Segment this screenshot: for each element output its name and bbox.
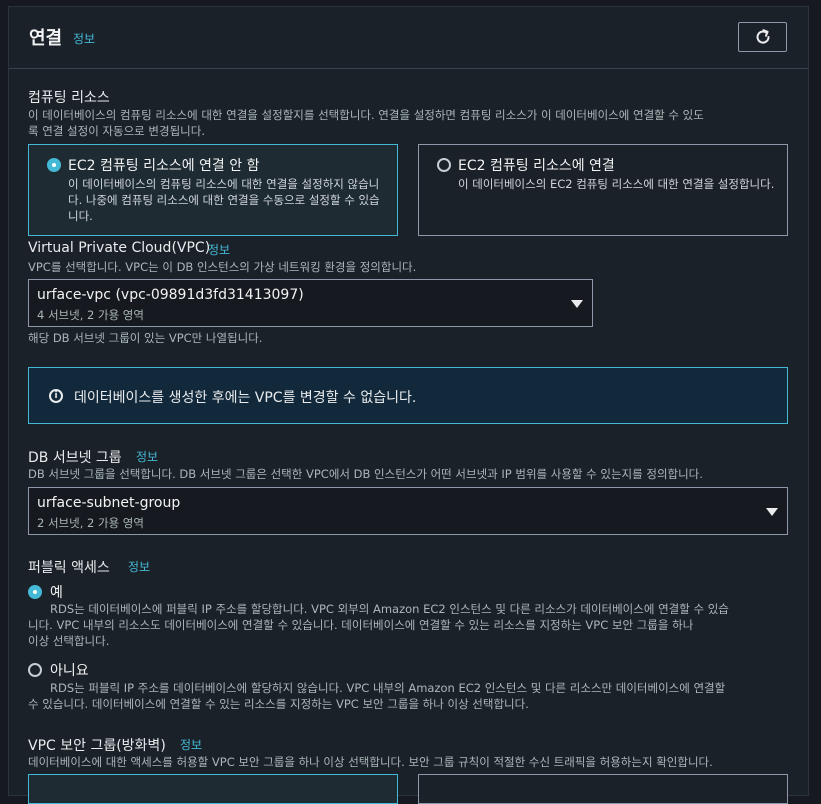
public-access-no-description-2: 수 있습니다. 데이터베이스에 연결할 수 있는 리소스를 지정하는 VPC 보… bbox=[28, 697, 529, 711]
subnet-selected-subtext: 2 서브넷, 2 가용 영역 bbox=[37, 516, 144, 530]
subnet-selected-value: urface-subnet-group bbox=[37, 495, 181, 511]
radio-unselected[interactable] bbox=[437, 158, 451, 172]
compute-label: 컴퓨팅 리소스 bbox=[28, 90, 110, 106]
subnet-group-label: DB 서브넷 그룹 bbox=[28, 450, 122, 466]
public-access-yes-description-1: RDS는 데이터베이스에 퍼블릭 IP 주소를 할당합니다. VPC 외부의 A… bbox=[50, 602, 729, 616]
page-title: 연결 bbox=[29, 28, 63, 49]
vpc-info-link[interactable]: 정보 bbox=[208, 241, 230, 258]
security-group-info-link[interactable]: 정보 bbox=[180, 736, 202, 753]
subnet-info-link[interactable]: 정보 bbox=[136, 448, 158, 465]
option-title: EC2 컴퓨팅 리소스에 연결 안 함 bbox=[68, 158, 260, 174]
public-access-yes-description-3: 이상 선택합니다. bbox=[28, 634, 110, 648]
public-access-no-label[interactable]: 아니요 bbox=[50, 660, 89, 680]
vpc-hint: 해당 DB 서브넷 그룹이 있는 VPC만 나열됩니다. bbox=[28, 331, 263, 345]
vpc-info-alert: i 데이터베이스를 생성한 후에는 VPC를 변경할 수 없습니다. bbox=[28, 367, 788, 424]
subnet-group-description: DB 서브넷 그룹을 선택합니다. DB 서브넷 그룹은 선택한 VPC에서 D… bbox=[28, 467, 703, 481]
vpc-selected-subtext: 4 서브넷, 2 가용 영역 bbox=[37, 308, 144, 322]
info-icon: i bbox=[49, 389, 63, 403]
security-group-description: 데이터베이스에 대한 액세스를 허용할 VPC 보안 그룹을 하나 이상 선택합… bbox=[28, 755, 713, 769]
security-group-option-existing[interactable] bbox=[28, 774, 398, 804]
public-access-label: 퍼블릭 액세스 bbox=[28, 560, 110, 576]
connectivity-panel: 연결 정보 컴퓨팅 리소스 이 데이터베이스의 컴퓨팅 리소스에 대한 연결을 … bbox=[8, 6, 809, 804]
option-description: 이 데이터베이스의 컴퓨팅 리소스에 대한 연결을 설정하지 않습니다. 나중에… bbox=[68, 177, 380, 223]
caret-down-icon bbox=[766, 508, 778, 516]
vpc-select[interactable]: urface-vpc (vpc-09891d3fd31413097) 4 서브넷… bbox=[28, 279, 593, 327]
public-access-yes-label[interactable]: 예 bbox=[50, 582, 63, 602]
option-no-ec2-connection[interactable]: EC2 컴퓨팅 리소스에 연결 안 함 이 데이터베이스의 컴퓨팅 리소스에 대… bbox=[28, 144, 398, 236]
security-group-label: VPC 보안 그룹(방화벽) bbox=[28, 738, 166, 754]
radio-selected[interactable] bbox=[47, 158, 61, 172]
info-link[interactable]: 정보 bbox=[73, 30, 95, 47]
vpc-label: Virtual Private Cloud(VPC) bbox=[28, 240, 211, 256]
vpc-selected-value: urface-vpc (vpc-09891d3fd31413097) bbox=[37, 287, 304, 303]
public-access-no-description-1: RDS는 퍼블릭 IP 주소를 데이터베이스에 할당하지 않습니다. VPC 내… bbox=[50, 681, 726, 695]
security-group-option-new[interactable] bbox=[418, 774, 788, 804]
refresh-button[interactable] bbox=[738, 22, 787, 52]
panel-header: 연결 정보 bbox=[9, 7, 808, 69]
caret-down-icon bbox=[571, 300, 583, 308]
public-access-no-radio[interactable] bbox=[28, 663, 42, 677]
public-access-yes-description-2: 니다. VPC 내부의 리소스도 데이터베이스에 연결할 수 있습니다. 데이터… bbox=[28, 618, 694, 632]
subnet-group-select[interactable]: urface-subnet-group 2 서브넷, 2 가용 영역 bbox=[28, 487, 788, 535]
option-description: 이 데이터베이스의 EC2 컴퓨팅 리소스에 대한 연결을 설정합니다. bbox=[458, 177, 775, 191]
vpc-description: VPC를 선택합니다. VPC는 이 DB 인스턴스의 가상 네트워킹 환경을 … bbox=[28, 260, 417, 274]
compute-description-1: 이 데이터베이스의 컴퓨팅 리소스에 대한 연결을 설정할지를 선택합니다. 연… bbox=[28, 108, 704, 122]
alert-text: 데이터베이스를 생성한 후에는 VPC를 변경할 수 없습니다. bbox=[74, 390, 417, 406]
refresh-icon bbox=[756, 29, 770, 44]
option-connect-ec2[interactable]: EC2 컴퓨팅 리소스에 연결 이 데이터베이스의 EC2 컴퓨팅 리소스에 대… bbox=[418, 144, 788, 236]
compute-description-2: 록 연결 설정이 자동으로 변경됩니다. bbox=[28, 124, 205, 138]
option-title: EC2 컴퓨팅 리소스에 연결 bbox=[458, 158, 615, 174]
public-access-info-link[interactable]: 정보 bbox=[128, 558, 150, 575]
public-access-yes-radio[interactable] bbox=[28, 585, 42, 599]
